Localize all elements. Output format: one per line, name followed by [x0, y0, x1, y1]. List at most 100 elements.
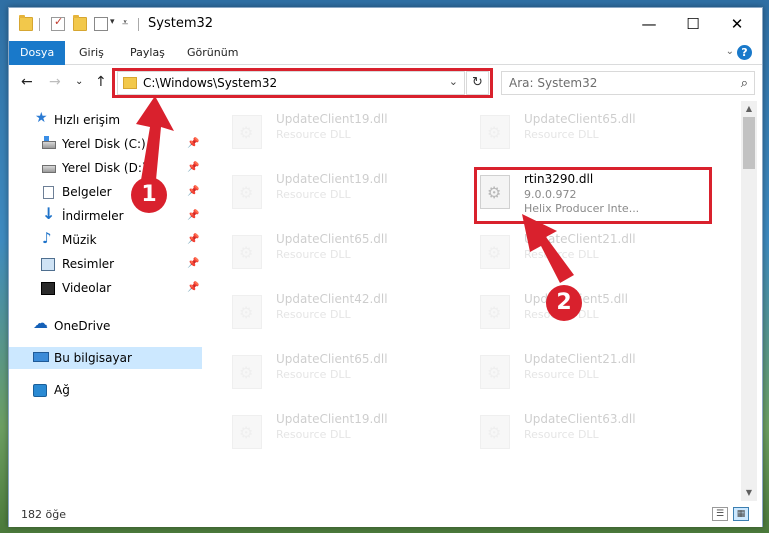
pictures-icon — [41, 258, 55, 271]
file-item[interactable]: UpdateClient21.dll Resource DLL — [454, 347, 684, 395]
step-marker-2: 2 — [546, 285, 582, 321]
file-name: UpdateClient21.dll — [524, 352, 636, 366]
dll-file-icon — [232, 175, 262, 209]
file-name: UpdateClient65.dll — [524, 112, 636, 126]
file-type: Resource DLL — [276, 368, 351, 381]
sidebar-item-label: Resimler — [62, 257, 115, 271]
star-icon: ★ — [35, 110, 48, 126]
help-icon[interactable]: ? — [737, 45, 752, 60]
dll-file-icon — [232, 115, 262, 149]
ribbon-expand-icon[interactable]: ⌄ — [726, 46, 734, 57]
file-explorer-window: ▾ ⩡ System32 — ☐ ✕ Dosya Giriş Paylaş Gö… — [8, 7, 763, 527]
file-item[interactable]: UpdateClient42.dll Resource DLL — [206, 287, 436, 335]
sidebar-item-onedrive[interactable]: ☁ OneDrive — [9, 315, 202, 337]
sidebar-item-pictures[interactable]: Resimler 📌 — [9, 253, 202, 275]
navigation-pane: ★ Hızlı erişim Yerel Disk (C:) 📌 Yerel D… — [9, 101, 205, 501]
new-folder-icon[interactable] — [73, 15, 87, 31]
quick-access-dropdown-icon[interactable]: ⩡ — [122, 16, 128, 30]
file-item[interactable]: UpdateClient63.dll Resource DLL — [454, 407, 684, 455]
pin-icon: 📌 — [187, 282, 200, 293]
chevron-down-icon[interactable]: ▾ — [110, 17, 115, 27]
title-bar: ▾ ⩡ System32 — ☐ ✕ — [9, 8, 762, 41]
back-button[interactable]: ← — [21, 74, 33, 90]
file-item[interactable]: UpdateClient65.dll Resource DLL — [206, 227, 436, 275]
tab-home[interactable]: Giriş — [68, 41, 115, 65]
sidebar-item-drive-c[interactable]: Yerel Disk (C:) 📌 — [9, 133, 202, 155]
sidebar-item-label: Ağ — [54, 383, 70, 397]
search-input[interactable]: Ara: System32 — [509, 76, 597, 90]
sidebar-item-label: Hızlı erişim — [54, 113, 121, 127]
vertical-scrollbar[interactable]: ▲ ▼ — [741, 101, 757, 501]
pin-icon: 📌 — [187, 234, 200, 245]
sidebar-item-network[interactable]: Ağ — [9, 379, 202, 401]
dll-file-icon — [480, 235, 510, 269]
tab-share[interactable]: Paylaş — [119, 41, 176, 65]
properties-icon[interactable] — [51, 15, 65, 31]
file-item[interactable]: UpdateClient19.dll Resource DLL — [206, 167, 436, 215]
sidebar-item-label: Belgeler — [62, 185, 112, 199]
file-item[interactable]: UpdateClient19.dll Resource DLL — [206, 107, 436, 155]
recent-locations-button[interactable]: ⌄ — [75, 76, 83, 87]
close-button[interactable]: ✕ — [714, 8, 760, 40]
ribbon-tabs: Dosya Giriş Paylaş Görünüm ⌄ ? — [9, 41, 762, 65]
scroll-up-arrow-icon[interactable]: ▲ — [741, 101, 757, 117]
music-icon: ♪ — [42, 229, 52, 247]
file-type: Resource DLL — [524, 248, 599, 261]
maximize-button[interactable]: ☐ — [670, 8, 716, 40]
sidebar-item-quick-access[interactable]: ★ Hızlı erişim — [9, 109, 202, 131]
sidebar-item-this-pc[interactable]: Bu bilgisayar — [9, 347, 202, 369]
sidebar-item-music[interactable]: ♪ Müzik 📌 — [9, 229, 202, 251]
dll-file-icon — [480, 115, 510, 149]
search-box[interactable]: Ara: System32 ⌕ — [501, 71, 755, 95]
customize-toolbar-icon[interactable] — [94, 17, 108, 31]
cloud-icon: ☁ — [33, 314, 48, 332]
sidebar-item-downloads[interactable]: ↓ İndirmeler 📌 — [9, 205, 202, 227]
sidebar-item-videos[interactable]: Videolar 📌 — [9, 277, 202, 299]
navigation-bar: ← → ⌄ ↑ C:\Windows\System32 ⌄ ↻ Ara: Sys… — [9, 65, 762, 101]
sidebar-item-drive-d[interactable]: Yerel Disk (D:) 📌 — [9, 157, 202, 179]
forward-button[interactable]: → — [49, 74, 61, 90]
file-item[interactable]: UpdateClient65.dll Resource DLL — [206, 347, 436, 395]
toolbar-divider — [39, 18, 40, 31]
tab-file[interactable]: Dosya — [9, 41, 65, 65]
file-name: UpdateClient19.dll — [276, 112, 388, 126]
scroll-down-arrow-icon[interactable]: ▼ — [741, 485, 757, 501]
sidebar-item-label: Yerel Disk (D:) — [62, 161, 147, 175]
search-icon[interactable]: ⌕ — [741, 76, 748, 91]
documents-icon — [43, 186, 54, 199]
dll-file-icon — [232, 235, 262, 269]
up-button[interactable]: ↑ — [95, 74, 107, 90]
scrollbar-thumb[interactable] — [743, 117, 755, 169]
sidebar-item-documents[interactable]: Belgeler 📌 — [9, 181, 202, 203]
dll-file-icon — [232, 415, 262, 449]
network-icon — [33, 384, 47, 397]
drive-d-icon — [42, 165, 56, 173]
file-type: Resource DLL — [276, 248, 351, 261]
file-list: UpdateClient19.dll Resource DLL UpdateCl… — [206, 101, 741, 501]
pin-icon: 📌 — [187, 210, 200, 221]
file-name: UpdateClient65.dll — [276, 232, 388, 246]
pin-icon: 📌 — [187, 186, 200, 197]
videos-icon — [41, 282, 55, 295]
tab-view[interactable]: Görünüm — [176, 41, 249, 65]
file-name: UpdateClient21.dll — [524, 232, 636, 246]
status-bar: 182 öğe ☰ ▦ — [9, 501, 762, 527]
file-item[interactable]: UpdateClient21.dll Resource DLL — [454, 227, 684, 275]
file-type: Resource DLL — [276, 428, 351, 441]
file-name: UpdateClient19.dll — [276, 412, 388, 426]
file-type: Resource DLL — [524, 368, 599, 381]
file-name: UpdateClient19.dll — [276, 172, 388, 186]
file-name: UpdateClient65.dll — [276, 352, 388, 366]
sidebar-item-label: OneDrive — [54, 319, 111, 333]
file-type: Resource DLL — [524, 428, 599, 441]
details-view-icon[interactable]: ☰ — [712, 507, 728, 521]
dll-file-icon — [480, 415, 510, 449]
file-item[interactable]: UpdateClient19.dll Resource DLL — [206, 407, 436, 455]
tiles-view-icon[interactable]: ▦ — [733, 507, 749, 521]
file-type: Resource DLL — [524, 128, 599, 141]
file-name: UpdateClient63.dll — [524, 412, 636, 426]
file-item[interactable]: UpdateClient65.dll Resource DLL — [454, 107, 684, 155]
sidebar-item-label: İndirmeler — [62, 209, 124, 223]
minimize-button[interactable]: — — [626, 8, 672, 40]
item-count: 182 öğe — [21, 508, 66, 521]
